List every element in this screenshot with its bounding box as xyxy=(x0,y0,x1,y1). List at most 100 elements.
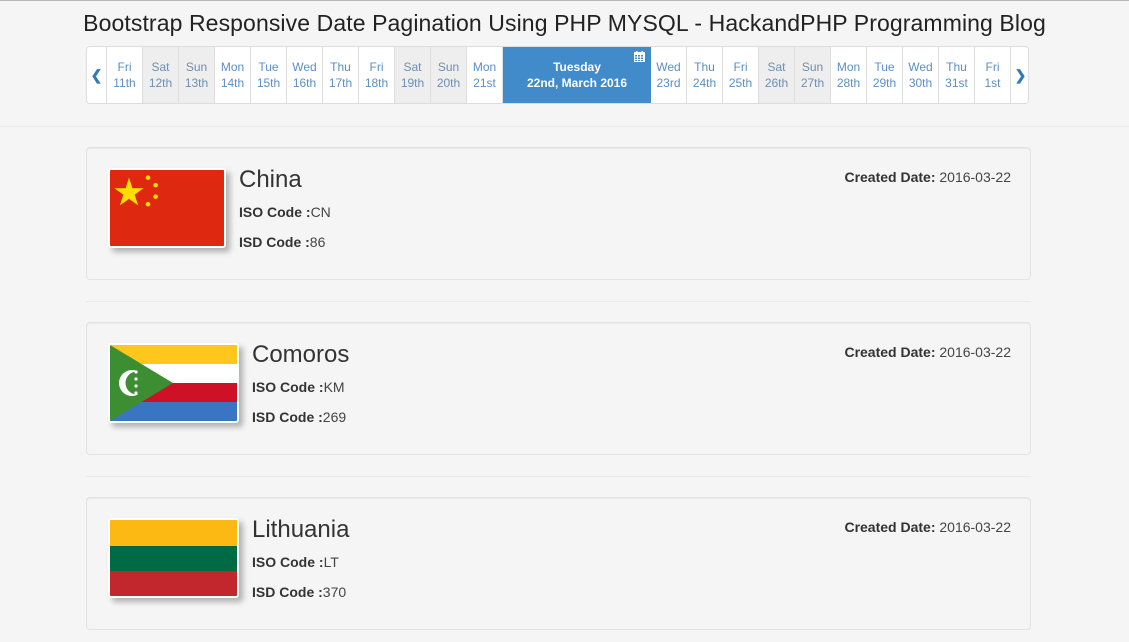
active-date[interactable]: Tuesday 22nd, March 2016 xyxy=(503,47,651,103)
iso-code: ISO Code :CN xyxy=(239,204,331,220)
date-page-thu-24th[interactable]: Thu 24th xyxy=(687,47,723,103)
day-of-week: Fri xyxy=(733,60,748,74)
isd-value: 86 xyxy=(309,234,326,250)
day-of-month: 18th xyxy=(364,76,389,90)
page-header: Bootstrap Responsive Date Pagination Usi… xyxy=(0,1,1129,127)
day-of-month: 14th xyxy=(220,76,245,90)
date-page-fri-1st[interactable]: Fri 1st xyxy=(975,47,1011,103)
created-value: 2016-03-22 xyxy=(939,169,1011,185)
day-of-month: 26th xyxy=(764,76,789,90)
date-page-wed-16th[interactable]: Wed 16th xyxy=(287,47,323,103)
created-date: Created Date: 2016-03-22 xyxy=(844,344,1011,360)
day-of-week: Fri xyxy=(985,60,1000,74)
page-title: Bootstrap Responsive Date Pagination Usi… xyxy=(83,10,1046,36)
date-pagination: ❮ Fri 11th Sat 12th Sun 13th Mon 14th Tue 15th Wed… xyxy=(86,46,1029,104)
day-of-week: Sun xyxy=(437,60,460,74)
date-page-sun-20th[interactable]: Sun 20th xyxy=(431,47,467,103)
country-card: China ISO Code :CN ISD Code :86 Created … xyxy=(86,147,1031,280)
day-of-month: 16th xyxy=(292,76,317,90)
day-of-week: Tue xyxy=(258,60,279,74)
created-date: Created Date: 2016-03-22 xyxy=(844,169,1011,185)
date-page-sat-12th[interactable]: Sat 12th xyxy=(143,47,179,103)
day-of-week: Sat xyxy=(767,60,786,74)
iso-value: KM xyxy=(323,379,345,395)
day-of-week: Sat xyxy=(151,60,170,74)
day-of-week: Sun xyxy=(185,60,208,74)
day-of-month: 13th xyxy=(184,76,209,90)
date-page-sun-13th[interactable]: Sun 13th xyxy=(179,47,215,103)
calendar-icon xyxy=(634,51,645,62)
date-page-tue-29th[interactable]: Tue 29th xyxy=(867,47,903,103)
isd-label: ISD Code : xyxy=(252,584,323,600)
day-of-week: Fri xyxy=(369,60,384,74)
comoros-flag xyxy=(108,343,239,423)
date-page-fri-25th[interactable]: Fri 25th xyxy=(723,47,759,103)
day-of-month: 12th xyxy=(148,76,173,90)
iso-code: ISO Code :LT xyxy=(252,554,339,570)
created-value: 2016-03-22 xyxy=(939,344,1011,360)
day-of-month: 31st xyxy=(945,76,968,90)
day-of-week: Thu xyxy=(946,60,967,74)
day-of-week: Mon xyxy=(472,60,497,74)
active-date-full: 22nd, March 2016 xyxy=(526,76,628,90)
day-of-week: Wed xyxy=(656,60,681,74)
country-name: Comoros xyxy=(252,341,350,368)
date-page-wed-30th[interactable]: Wed 30th xyxy=(903,47,939,103)
country-card: Comoros ISO Code :KM ISD Code :269 Creat… xyxy=(86,322,1031,455)
day-of-week: Sat xyxy=(403,60,422,74)
iso-label: ISO Code : xyxy=(252,379,324,395)
created-value: 2016-03-22 xyxy=(939,519,1011,535)
date-page-thu-17th[interactable]: Thu 17th xyxy=(323,47,359,103)
day-of-month: 19th xyxy=(400,76,425,90)
country-name: China xyxy=(239,166,302,193)
lithuania-flag xyxy=(108,518,239,598)
date-page-sat-26th[interactable]: Sat 26th xyxy=(759,47,795,103)
iso-value: CN xyxy=(310,204,331,220)
country-card: Lithuania ISO Code :LT ISD Code :370 Cre… xyxy=(86,497,1031,630)
day-of-month: 11th xyxy=(113,76,136,90)
isd-value: 269 xyxy=(322,409,347,425)
day-of-month: 28th xyxy=(836,76,861,90)
next-button[interactable]: ❯ xyxy=(1011,47,1028,103)
iso-label: ISO Code : xyxy=(239,204,311,220)
chevron-left-icon: ❮ xyxy=(90,66,103,83)
iso-code: ISO Code :KM xyxy=(252,379,345,395)
created-label: Created Date: xyxy=(844,169,936,185)
day-of-month: 1st xyxy=(984,76,1001,90)
date-page-tue-15th[interactable]: Tue 15th xyxy=(251,47,287,103)
iso-value: LT xyxy=(323,554,339,570)
prev-button[interactable]: ❮ xyxy=(87,47,107,103)
day-of-month: 25th xyxy=(728,76,753,90)
date-page-sat-19th[interactable]: Sat 19th xyxy=(395,47,431,103)
isd-code: ISD Code :269 xyxy=(252,409,346,425)
date-page-wed-23rd[interactable]: Wed 23rd xyxy=(651,47,687,103)
country-name: Lithuania xyxy=(252,516,350,543)
day-of-week: Mon xyxy=(836,60,861,74)
divider xyxy=(86,476,1031,477)
divider xyxy=(86,301,1031,302)
date-page-mon-14th[interactable]: Mon 14th xyxy=(215,47,251,103)
day-of-month: 29th xyxy=(872,76,897,90)
day-of-month: 30th xyxy=(908,76,933,90)
day-of-month: 21st xyxy=(473,76,496,90)
created-label: Created Date: xyxy=(844,344,936,360)
china-flag xyxy=(108,168,226,248)
day-of-month: 17th xyxy=(328,76,353,90)
active-date-dow: Tuesday xyxy=(553,60,601,74)
date-page-fri-11th[interactable]: Fri 11th xyxy=(107,47,143,103)
iso-label: ISO Code : xyxy=(252,554,324,570)
day-of-month: 20th xyxy=(436,76,461,90)
day-of-week: Mon xyxy=(220,60,245,74)
day-of-month: 15th xyxy=(256,76,281,90)
date-page-mon-28th[interactable]: Mon 28th xyxy=(831,47,867,103)
date-page-sun-27th[interactable]: Sun 27th xyxy=(795,47,831,103)
date-page-thu-31st[interactable]: Thu 31st xyxy=(939,47,975,103)
day-of-month: 24th xyxy=(692,76,717,90)
isd-code: ISD Code :86 xyxy=(239,234,325,250)
day-of-week: Tue xyxy=(874,60,895,74)
date-page-fri-18th[interactable]: Fri 18th xyxy=(359,47,395,103)
date-page-mon-21st[interactable]: Mon 21st xyxy=(467,47,503,103)
day-of-week: Thu xyxy=(694,60,715,74)
isd-value: 370 xyxy=(322,584,347,600)
day-of-week: Wed xyxy=(908,60,933,74)
